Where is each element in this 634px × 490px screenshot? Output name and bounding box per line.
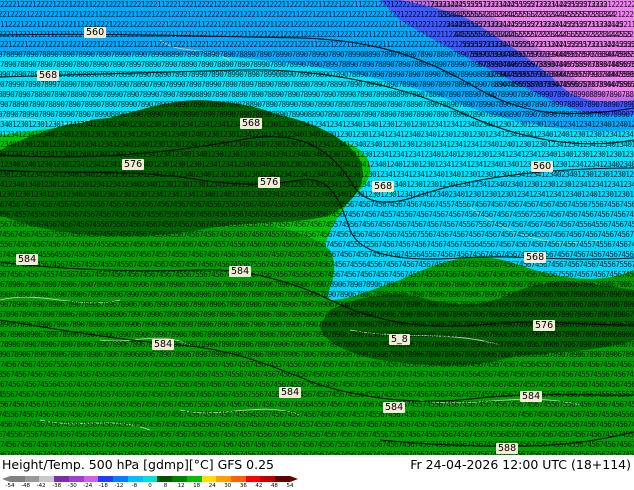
valid-time: Fr 24-04-2026 12:00 UTC (18+114) (410, 457, 631, 472)
contour-label: 584 (383, 402, 406, 413)
contour-label: 584 (16, 254, 39, 265)
contour-label: 584 (152, 339, 175, 350)
contour-label: 560 (84, 27, 107, 38)
contour-label: 568 (372, 181, 395, 192)
contour-label: 588 (496, 443, 519, 454)
contour-label: 584 (520, 391, 543, 402)
colorbar-tick-label: 12 (177, 483, 185, 489)
contour-label: 5_8 (389, 334, 410, 345)
colorbar-tick-label: 18 (193, 483, 201, 489)
colorbar-tick-label: -24 (83, 483, 93, 489)
contour-label: 576 (533, 320, 556, 331)
colorbar-tick-label: -30 (67, 483, 77, 489)
colorbar-tick-label: -12 (114, 483, 124, 489)
contour-label: 560 (531, 161, 554, 172)
colorbar-tick-label: -8 (131, 483, 138, 489)
map-footer: Height/Temp. 500 hPa [gdmp][°C] GFS 0.25… (0, 455, 634, 490)
colorbar-tick-label: -54 (5, 483, 15, 489)
contour-label: 584 (279, 387, 302, 398)
colorbar-tick-label: 36 (239, 483, 247, 489)
temperature-colorbar: -54 -48 -42 -38 -30 -24 -18 -12 -8 0 8 12 18 24 30 36 42… (2, 476, 298, 490)
colorbar-ticks: -54 -48 -42 -38 -30 -24 -18 -12 -8 0 8 12 18 24 30 36 42… (6, 482, 294, 490)
contour-label: 568 (37, 70, 60, 81)
colorbar-tick-label: 42 (255, 483, 263, 489)
colorbar-tick-label: -48 (21, 483, 31, 489)
colorbar-tick-label: 54 (286, 483, 294, 489)
colorbar-tick-label: 0 (148, 483, 152, 489)
map-title: Height/Temp. 500 hPa [gdmp][°C] GFS 0.25 (2, 457, 274, 472)
temperature-field (0, 0, 634, 455)
contour-label: 576 (122, 159, 145, 170)
contour-label: 584 (229, 266, 252, 277)
colorbar-tick-label: -42 (36, 483, 46, 489)
colorbar-tick-label: -38 (52, 483, 62, 489)
colorbar-tick-label: 8 (163, 483, 168, 489)
contour-label: 576 (258, 177, 281, 188)
colorbar-tick-label: 48 (270, 483, 278, 489)
weather-map[interactable]: 2222122212222122212221122212221122212221… (0, 0, 634, 455)
colorbar-tick-label: 24 (208, 483, 216, 489)
colorbar-tick-label: -18 (98, 483, 108, 489)
contour-label: 568 (524, 252, 547, 263)
colorbar-tick-label: 30 (224, 483, 232, 489)
contour-label: 568 (240, 118, 263, 129)
